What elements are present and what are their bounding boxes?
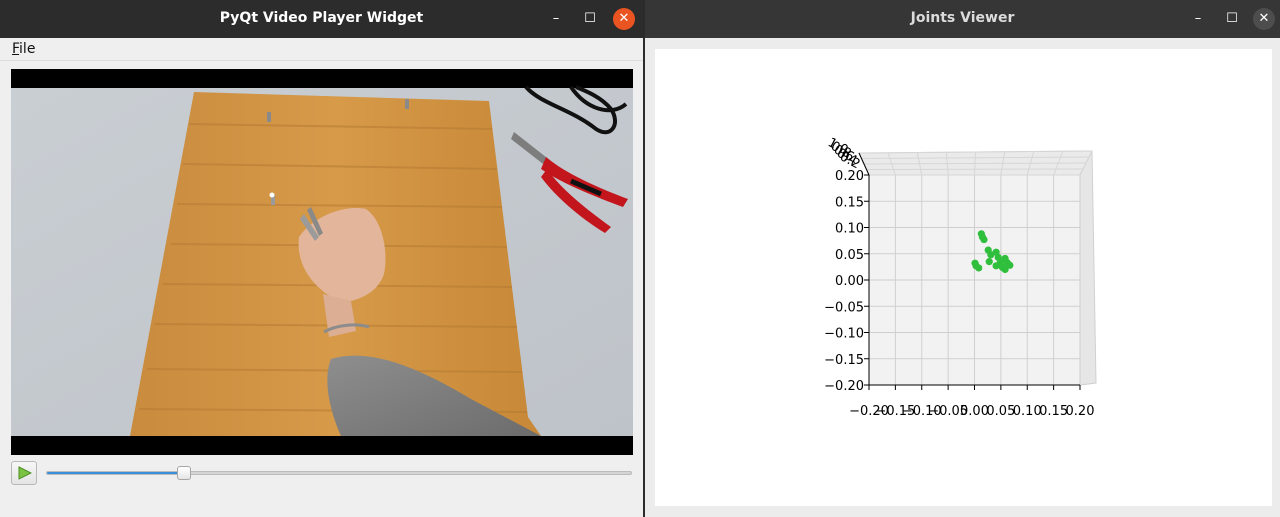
y-tick-label: 0.15 [835, 195, 864, 210]
seek-slider-handle[interactable] [177, 466, 192, 480]
minimize-button[interactable]: – [1187, 8, 1209, 30]
maximize-button[interactable]: ☐ [1221, 8, 1243, 30]
play-icon [18, 466, 32, 480]
joint-point [1001, 265, 1009, 274]
joint-point [992, 262, 1000, 270]
x-tick-label: 0.10 [1013, 404, 1042, 419]
video-window-titlebar[interactable]: PyQt Video Player Widget – ☐ ✕ [0, 0, 643, 38]
playback-controls [11, 460, 633, 486]
seek-slider[interactable] [46, 466, 632, 480]
joints-3d-scatter-plot: 1.00.80.60.40.2 0.200.150.100.050.00−0.0… [824, 135, 1097, 419]
joint-point [980, 235, 988, 244]
x-tick-label: 0.00 [960, 404, 989, 419]
menu-file[interactable]: File [12, 41, 35, 57]
play-button[interactable] [11, 461, 37, 485]
plot-canvas[interactable]: 1.0 0.8 0.6 0.4 0.2 0.20 0.15 0.10 0.05 0.00 −0.0… [655, 49, 1272, 506]
x-tick-label: 0.15 [1039, 404, 1068, 419]
video-frame-image [11, 69, 633, 455]
menubar: File [0, 38, 643, 61]
y-tick-label: −0.05 [824, 300, 864, 315]
joints-window-titlebar[interactable]: Joints Viewer – ☐ ✕ [645, 0, 1280, 38]
grid-line-depth [866, 168, 1084, 170]
minimize-button[interactable]: – [545, 8, 567, 30]
joints-viewer-window: Joints Viewer – ☐ ✕ 1.0 0.8 0.6 0.4 0.2 0.20… [645, 0, 1280, 517]
y-tick-label: 0.05 [835, 248, 864, 263]
seek-slider-progress [47, 472, 185, 474]
y-tick-label: −0.20 [824, 379, 864, 394]
y-tick-label: −0.15 [824, 353, 864, 368]
menu-file-mnemonic: F [12, 41, 20, 57]
menu-file-label: ile [19, 41, 36, 57]
close-button[interactable]: ✕ [1253, 8, 1275, 30]
joints-window-title: Joints Viewer [910, 10, 1015, 26]
joint-point [985, 258, 993, 266]
plot-pane-side [1079, 150, 1097, 386]
joint-point [975, 264, 983, 272]
y-tick-label: −0.10 [824, 327, 864, 342]
video-frame[interactable] [11, 69, 633, 455]
x-tick-label: 0.20 [1066, 404, 1095, 419]
y-tick-label: 0.20 [835, 169, 864, 184]
close-button[interactable]: ✕ [613, 8, 635, 30]
x-tick-label: 0.05 [986, 404, 1015, 419]
video-player-window: PyQt Video Player Widget – ☐ ✕ File [0, 0, 643, 517]
y-tick-label: 0.00 [835, 274, 864, 289]
maximize-button[interactable]: ☐ [579, 8, 601, 30]
y-tick-label: 0.10 [835, 222, 864, 237]
